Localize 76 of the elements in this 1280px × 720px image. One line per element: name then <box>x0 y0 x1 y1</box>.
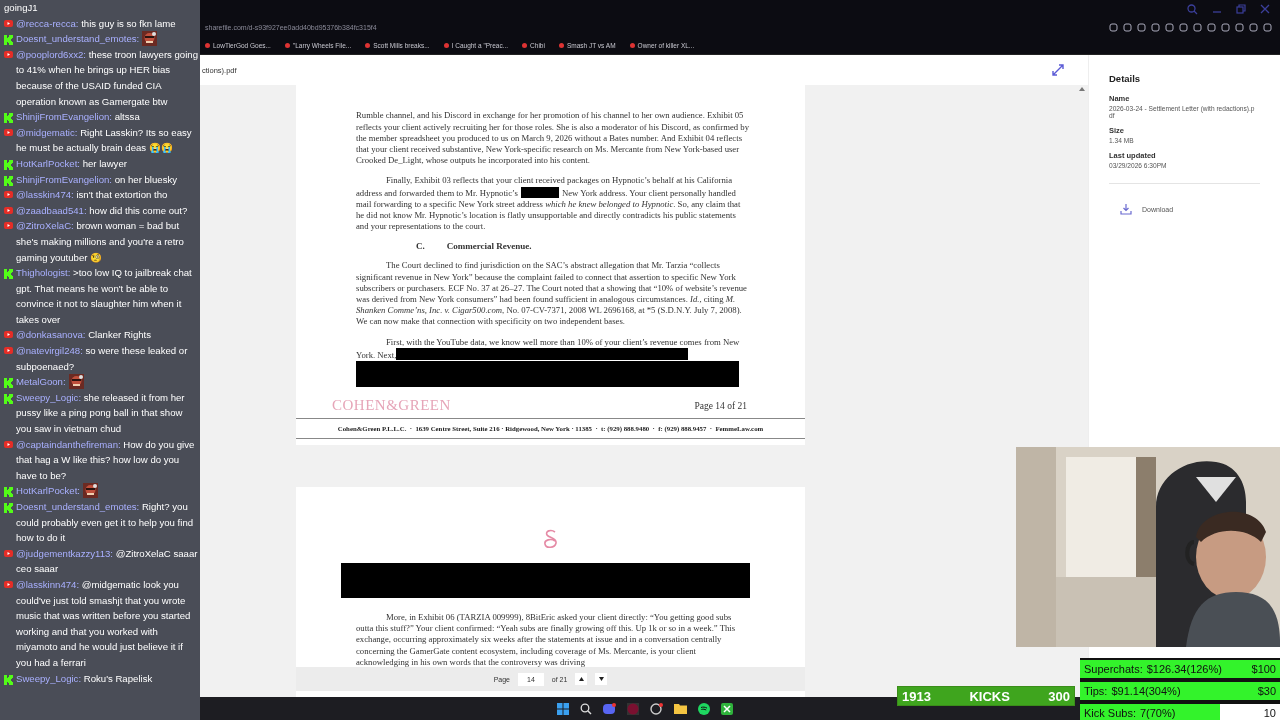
youtube-logo-icon <box>4 191 13 199</box>
chat-message: HotKarlPocket: <box>16 484 80 499</box>
chat-message: ShinjiFromEvangelion: on her bluesky <box>16 172 178 187</box>
goal-target: $100 <box>1251 663 1276 675</box>
youtube-logo-icon <box>4 128 13 136</box>
down-caret-icon <box>598 677 604 681</box>
chat-message: Sweepy_Logic: Roku's Rapelisk <box>16 671 153 686</box>
youtube-logo-icon <box>4 580 13 588</box>
kick-logo-icon <box>4 269 13 280</box>
chat-message: ShinjiFromEvangelion: altssa <box>16 110 140 125</box>
chat-message: @judgementkazzy113: @ZitroXelaC saaar ceo saaar <box>16 546 198 577</box>
page-number: Page 14 of 21 <box>694 400 747 411</box>
chat-message: @ZitroXelaC: brown woman = bad but she's making millions and you're a retro gaming youtuber 🧐 <box>16 219 185 265</box>
goal-label: Superchats: <box>1084 663 1143 675</box>
record-app-icon[interactable] <box>650 702 663 715</box>
music-app-icon[interactable] <box>698 702 710 715</box>
search-icon[interactable] <box>580 702 592 715</box>
chat-message: Doesnt_understand_emotes: Right? you could probably even get it to help you find how to do it <box>16 500 195 546</box>
windows-icon[interactable] <box>557 702 569 715</box>
youtube-logo-icon <box>4 440 13 448</box>
expand-icon[interactable] <box>1052 64 1064 76</box>
kick-logo-icon <box>4 378 13 389</box>
kick-logo-icon <box>4 35 13 46</box>
kick-logo-icon <box>4 503 13 513</box>
paragraph: First, with the YouTube data, we know well more than 10% of your client’s revenue comes from New York. Next, <box>356 336 741 361</box>
kick-logo-icon <box>4 175 13 186</box>
kick-logo-icon <box>4 487 13 498</box>
kick-logo-icon <box>4 674 13 685</box>
goal-value: $91.14(304%) <box>1111 685 1181 697</box>
paragraph: More, in Exhibit 06 (TARZIA 009999), 8BitEric asked your client directly: “You getting good subs outta this stuff?” Your client confirmed: “Yeah subs are finally growing off this. Up 1k or so in a week.” This exchange, occurring approximately six weeks after the statements at issue and in a conversation centrally concerning the GamerGate content ecosystem, including coverage of Ms. Mercante, is your client acknowledging in his own words that the controversy was driving <box>356 612 737 668</box>
goal-value: $126.34(126%) <box>1146 663 1222 675</box>
chat-message: HotKarlPocket: her lawyer <box>16 156 127 171</box>
chat-message: MetalGoon: <box>16 375 66 390</box>
panel-title: Details <box>1109 73 1142 84</box>
kick-logo-icon <box>4 159 13 170</box>
goal-label: Tips: <box>1084 685 1108 697</box>
kick-logo-icon <box>4 113 13 124</box>
chat-message: @donkasanova: Clanker Rights <box>16 328 152 343</box>
game-app-icon[interactable] <box>721 702 733 715</box>
youtube-logo-icon <box>4 331 13 339</box>
chat-message: @zaadbaad541: how did this come out? <box>16 203 188 218</box>
section-number: C. <box>416 241 425 252</box>
goal-label: Kick Subs: <box>1084 707 1136 719</box>
previous-page-button[interactable] <box>575 673 588 685</box>
goal-target: $30 <box>1257 685 1276 697</box>
kicks-label: KICKS <box>969 688 1010 704</box>
youtube-logo-icon <box>4 222 13 230</box>
youtube-logo-icon <box>4 19 13 27</box>
youtube-logo-icon <box>4 50 13 58</box>
chat-message: Thighologist: >too low IQ to jailbreak chat gpt. That means he won't be able to convince it not to slaughter him when it takes over <box>16 266 193 327</box>
kicks-count: 1913 <box>902 688 931 704</box>
paragraph: Finally, Exhibit 03 reflects that your client received packages on Hypnotic’s behalf at his California address and forwarded them to Mr. Hypnotic’s New York address. Your client personally handled mail forwarding to a specific New York street address which he knew belonged to Hypnotic. So, any claim that he did not know Mr. Hypnotic’s location is flatly unsupportable and directly contradicts his public statements and your representations to the court. <box>356 175 742 233</box>
download-icon <box>1120 204 1132 215</box>
goal-target: 10 <box>1263 707 1276 719</box>
paragraph: The Court declined to find jurisdiction on the SAC’s abstract allegation that Mr. Tarzia “collects significant revenue in New York” because the complaint failed to connect that assertion to specific New York subscribers or purchasers. ECF No. 37 at 26–27. The Court noted that a showing that “10% of website’s revenue was derived from New York consumers” had been found sufficient in analogous circumstances. Id., citing M. Shanken Comme’ns, Inc. v. Cigar500.com, No. 07-CV-7371, 2008 WL 2696168, at *5 (S.D.N.Y. July 7, 2008). We can now make that connection with specificity on two independent bases. <box>356 260 748 328</box>
chat-message: @lasskinn474: @midgematic look you could've just told smashjt that you wrote music that was written before you started working and that you worked with miyamoto and he would just believe it if you had a ferrari <box>16 577 192 670</box>
folder-icon[interactable] <box>674 703 687 714</box>
chat-message: @recca-recca: this guy is so fkn lame <box>16 16 176 31</box>
chat-app-icon[interactable] <box>603 702 616 715</box>
chat-message: Sweepy_Logic: she released it from her pussy like a ping pong ball in that show you saw in vietnam chud <box>16 390 186 437</box>
youtube-logo-icon <box>4 206 13 214</box>
chat-message: @lasskin474: isn't that extortion tho <box>16 188 168 203</box>
next-page-button[interactable] <box>595 673 608 685</box>
chat-message: @natevirgil248: so were these leaked or subpoenaed? <box>16 344 189 374</box>
chat-message: goingJ1 <box>4 1 38 15</box>
goal-value: 7(70%) <box>1139 707 1176 719</box>
kick-logo-icon <box>4 393 13 404</box>
up-caret-icon <box>578 677 584 681</box>
section-heading: Commercial Revenue. <box>446 241 532 252</box>
youtube-logo-icon <box>4 549 13 557</box>
chat-message: Doesnt_understand_emotes: <box>16 32 140 47</box>
kicks-goal: 300 <box>1048 688 1070 704</box>
firm-logo: COHEN&GREEN <box>332 397 451 414</box>
youtube-logo-icon <box>4 347 13 355</box>
paragraph: Rumble channel, and his Discord in exchange for her promotion of his channel to her own audience. Exhibit 05 reflects your client actively recruiting her for those roles. She is also a moderator of his Discord, as confirmed by the member spreadsheet you produced to us on March 9, 2026 without a Bates number. And Exhibit 04 reflects that your client received substantive, New York-specific research on Ms. Mercante from New York-based user Crooked De_Light, whose outputs he incorporated into his content. <box>356 110 750 167</box>
chat-message: @captaindanthefireman: How do you give that hag a W like this? how low do you have to be? <box>16 437 196 483</box>
